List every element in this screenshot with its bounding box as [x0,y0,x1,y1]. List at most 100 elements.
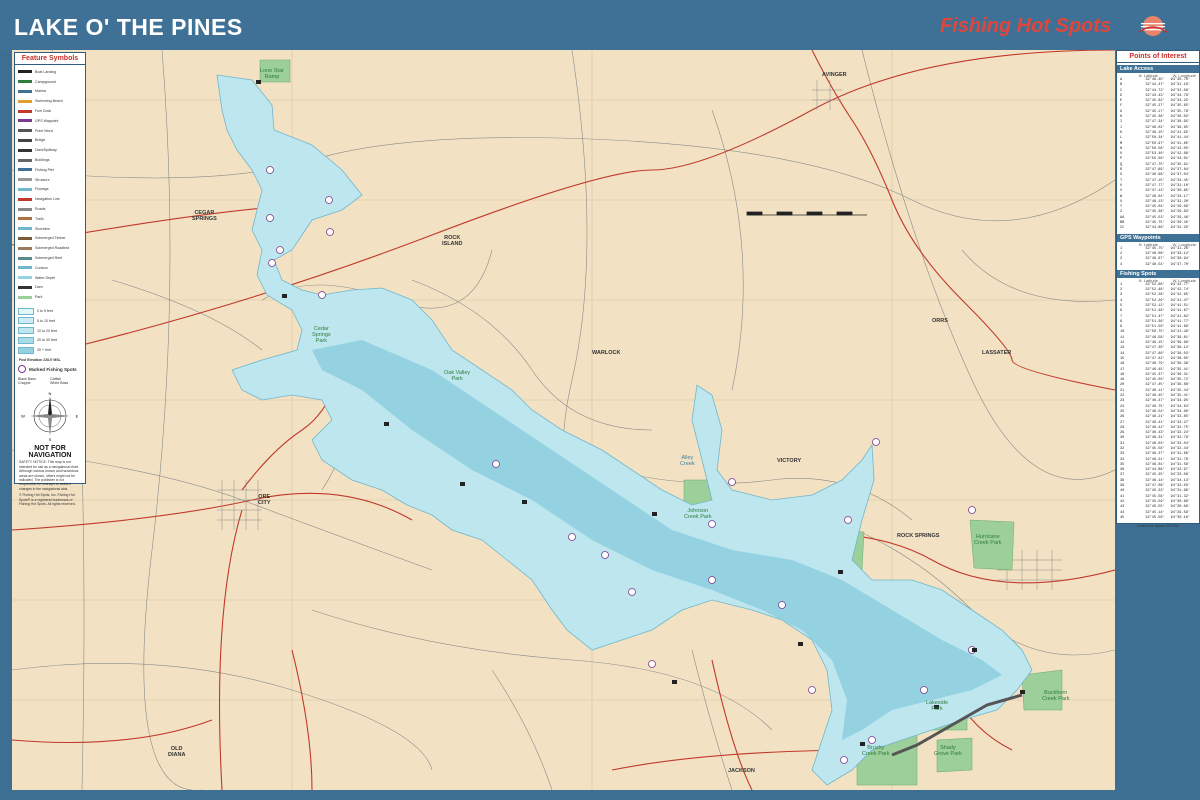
depth-item: 10 to 20 feet [18,326,82,336]
legend-symbol-icon [18,227,32,231]
legend-symbol-icon [18,236,32,240]
park-oak-valley: Oak Valley Park [444,370,471,382]
legend-item-label: Dam [35,285,43,290]
legend-item: Campground [18,77,82,87]
poi-cell: 45 [1120,515,1125,520]
copyright-text: © Fishing Hot Spots, Inc. Fishing Hot Sp… [19,493,76,506]
legend-symbol-icon [18,187,32,191]
place-rock-island: ROCK ISLAND [442,235,463,247]
depth-list: 0 to 5 feet 5 to 10 feet 10 to 20 feet 20 t… [15,304,85,357]
legend-item-label: Bridge [35,138,46,143]
poi-section-title: Fishing Spots [1117,269,1199,278]
legend-item: Contour [18,263,82,273]
park-shady-grove: Shady Grove Park [934,745,962,757]
legend-item: Roads [18,204,82,214]
park-alley-creek: Alley Creek [680,455,695,467]
legend-item-label: Trails [35,216,44,221]
legend-item: Point Word [18,126,82,136]
depth-item: 20 to 30 feet [18,336,82,346]
legend-item: Fishing Pier [18,165,82,175]
park-brushy-creek: Brushy Creek Park [862,745,890,757]
legend-item-label: Buildings [35,158,50,163]
fish-logo-icon [1138,16,1168,36]
compass-s: S [49,437,52,441]
park-lakeside: Lakeside Park [926,700,949,712]
warning-text: SAFETY NOTICE: This map is not intended … [19,460,80,491]
legend-item: Dam/Spillway [18,145,82,155]
points-of-interest-panel: Points of Interest Lake Access N. Latitud… [1116,50,1200,528]
place-ore-city: ORE CITY [258,494,271,506]
legend-symbol-icon [18,89,32,93]
park-hurricane-creek: Hurricane Creek Park [974,534,1002,546]
legend-symbol-icon [18,168,32,172]
legend-symbol-icon [18,178,32,182]
legend-item: GPS Waypoint [18,116,82,126]
depth-label: 0 to 5 feet [37,309,53,314]
legend-item-label: Swimming Beach [35,99,63,104]
depth-item: 0 to 5 feet [18,306,82,316]
legend-symbol-icon [18,119,32,123]
poi-cell: 94°30.16' [1170,515,1191,520]
poi-row: 45 32°45.50' 94°30.16' [1117,516,1199,521]
legend-item-label: Structure [35,177,50,182]
legend-item-label: Flowage [35,187,49,192]
place-warlock: WARLOCK [592,350,621,356]
legend-item-label: Shoreline [35,226,51,231]
legend-item: Shoreline [18,224,82,234]
map-header: LAKE O' THE PINES Fishing Hot Spots [0,0,1200,50]
legend-item: Navigation Line [18,194,82,204]
legend-symbol-icon [18,246,32,250]
poi-datum: Reference Datum WGS84 [1137,524,1179,529]
legend-symbol-icon [18,276,32,280]
legend-item-label: Navigation Line [35,197,60,202]
poi-title: Points of Interest [1117,51,1199,63]
lake-map[interactable]: CEGAR SPRINGS ROCK ISLAND WARLOCK AVINGE… [12,50,1115,790]
legend-item: Fuel Dock [18,106,82,116]
depth-item: 5 to 10 feet [18,316,82,326]
legend-symbol-icon [18,70,32,74]
depth-swatch [18,317,34,325]
depth-swatch [18,327,34,335]
depth-swatch [18,336,34,344]
legend-item: Submerged Roadbed [18,243,82,253]
legend-symbol-icon [18,148,32,152]
legend-item-label: Campground [35,79,56,84]
legend-item-label: Marina [35,89,46,94]
place-victory: VICTORY [777,458,802,464]
map-canvas [12,50,1115,790]
legend-list: Boat Landing Campground Marina Swimming Bea… [15,65,85,304]
place-avinger: AVINGER [822,72,847,78]
poi-section-title: Lake Access [1117,65,1199,73]
legend-item-label: Submerged Reef [35,256,63,261]
legend-symbol-icon [18,256,32,260]
legend-symbol-icon [18,295,32,299]
legend-item-label: Fuel Dock [35,109,52,114]
legend-item-label: Point Word [35,128,53,133]
legend-item: Water Depth [18,273,82,283]
legend-item: Trails [18,214,82,224]
compass-e: E [76,414,79,419]
legend-item: Flowage [18,185,82,195]
poi-cell: CC [1120,226,1125,231]
legend-item: Submerged Reef [18,253,82,263]
poi-cell: 94°37.70' [1170,262,1191,267]
marked-spot-label: Crappie [18,381,31,386]
legend-symbol-icon [18,80,32,84]
depth-swatch [18,346,34,354]
depth-item: 30 + feet [18,345,82,355]
depth-swatch [18,307,34,315]
poi-cell: 32°45.50' [1145,515,1165,520]
compass-rose: N S E W [19,391,81,442]
legend-item: Swimming Beach [18,96,82,106]
depth-label: 5 to 10 feet [37,318,55,323]
legend-symbol-icon [18,129,32,133]
legend-symbol-icon [18,99,32,103]
compass-n: N [49,391,52,396]
depth-label: 20 to 30 feet [37,338,57,343]
poi-cell: 94°32.25' [1170,226,1191,231]
park-cedar-springs: Cedar Springs Park [312,326,331,344]
marked-spots-title: Marked Fishing Spots [15,364,85,376]
park-lone-star: Lone Star Ramp [260,68,284,80]
poi-cell: 32°44.86' [1145,226,1165,231]
place-lassater: LASSATER [982,350,1012,356]
